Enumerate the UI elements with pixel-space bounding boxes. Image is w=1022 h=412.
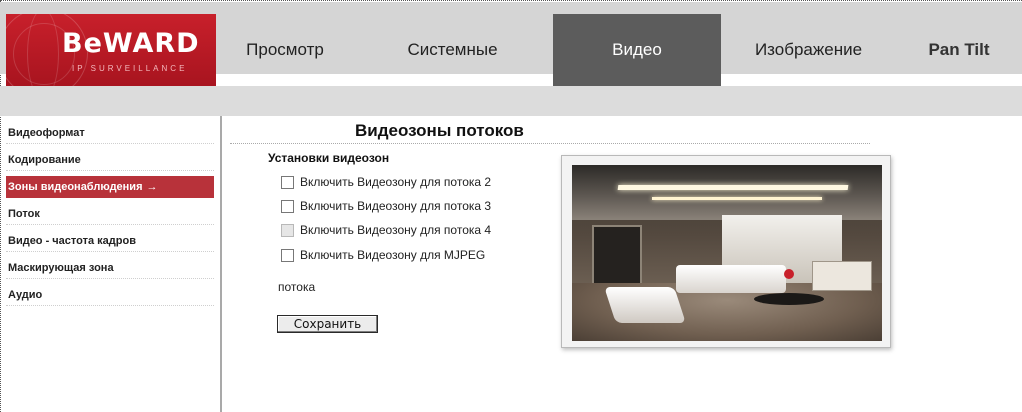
sidebar-item-label: Поток bbox=[8, 208, 40, 220]
main-nav: Просмотр Системные Видео Изображение Pan… bbox=[218, 14, 1022, 86]
zone-mjpeg-row: Включить Видеозону для MJPEG bbox=[281, 248, 485, 262]
zone-stream-3-checkbox[interactable] bbox=[281, 199, 294, 213]
zone-mjpeg-label-continuation: потока bbox=[278, 280, 316, 294]
lounge-chair bbox=[604, 287, 686, 323]
tab-system[interactable]: Системные bbox=[352, 14, 553, 86]
room-preview-image bbox=[572, 165, 882, 341]
sidebar-item-audio[interactable]: Аудио bbox=[6, 284, 214, 306]
section-heading: Установки видеозон bbox=[268, 151, 390, 165]
sidebar-item-label: Кодирование bbox=[8, 154, 81, 166]
sidebar: Видеоформат Кодирование Зоны видеонаблюд… bbox=[6, 116, 222, 412]
coffee-table bbox=[754, 293, 824, 305]
ceiling-light bbox=[652, 197, 822, 200]
ceiling-light bbox=[617, 185, 849, 190]
sidebar-item-label: Маскирующая зона bbox=[8, 262, 114, 274]
sidebar-item-surveillance-zones[interactable]: Зоны видеонаблюдения → bbox=[6, 176, 214, 198]
tab-image[interactable]: Изображение bbox=[721, 14, 896, 86]
zone-stream-2-label: Включить Видеозону для потока 2 bbox=[300, 175, 492, 189]
tab-view[interactable]: Просмотр bbox=[218, 14, 352, 86]
ceiling-shape bbox=[572, 165, 882, 220]
zone-mjpeg-checkbox[interactable] bbox=[281, 248, 294, 262]
sidebar-item-frame-rate[interactable]: Видео - частота кадров bbox=[6, 230, 214, 252]
doorway bbox=[592, 225, 642, 287]
page-title: Видеозоны потоков bbox=[355, 121, 524, 140]
sidebar-item-encoding[interactable]: Кодирование bbox=[6, 149, 214, 171]
beward-logo: BeWARD IP SURVEILLANCE bbox=[6, 14, 216, 86]
tab-system-label: Системные bbox=[407, 40, 498, 59]
sofa bbox=[676, 265, 786, 293]
tab-image-label: Изображение bbox=[754, 40, 863, 59]
zone-stream-4-row: Включить Видеозону для потока 4 bbox=[281, 223, 491, 237]
sidebar-item-label: Аудио bbox=[8, 289, 43, 301]
zone-stream-2-checkbox[interactable] bbox=[281, 175, 294, 189]
sidebar-item-label: Видео - частота кадров bbox=[8, 235, 136, 247]
zone-stream-2-row: Включить Видеозону для потока 2 bbox=[281, 175, 491, 189]
zone-stream-3-label: Включить Видеозону для потока 3 bbox=[300, 199, 492, 213]
sub-bar bbox=[0, 86, 1022, 116]
flower-vase bbox=[784, 269, 794, 279]
zone-mjpeg-label: Включить Видеозону для MJPEG bbox=[300, 248, 486, 262]
sidebar-item-video-format[interactable]: Видеоформат bbox=[6, 122, 214, 144]
tab-video-label: Видео bbox=[612, 40, 662, 59]
logo-brand: BeWARD bbox=[62, 28, 200, 59]
sidebar-item-mask-zone[interactable]: Маскирующая зона bbox=[6, 257, 214, 279]
preview-frame bbox=[561, 155, 891, 348]
zone-stream-4-label: Включить Видеозону для потока 4 bbox=[300, 223, 492, 237]
tab-pan-tilt-label: Pan Tilt bbox=[928, 40, 990, 59]
sidebar-item-stream[interactable]: Поток bbox=[6, 203, 214, 225]
tab-view-label: Просмотр bbox=[246, 40, 324, 59]
zone-stream-4-checkbox[interactable] bbox=[281, 223, 294, 237]
save-button[interactable]: Сохранить bbox=[277, 315, 378, 333]
zone-stream-3-row: Включить Видеозону для потока 3 bbox=[281, 199, 491, 213]
tab-video[interactable]: Видео bbox=[553, 14, 721, 86]
arrow-right-icon: → bbox=[146, 181, 158, 193]
title-divider bbox=[230, 143, 870, 144]
logo-tagline: IP SURVEILLANCE bbox=[72, 64, 188, 73]
tab-pan-tilt[interactable]: Pan Tilt bbox=[896, 14, 1022, 86]
sidebar-item-label: Видеоформат bbox=[8, 127, 85, 139]
sidebar-item-label: Зоны видеонаблюдения bbox=[8, 181, 143, 193]
cabinet bbox=[812, 261, 872, 291]
